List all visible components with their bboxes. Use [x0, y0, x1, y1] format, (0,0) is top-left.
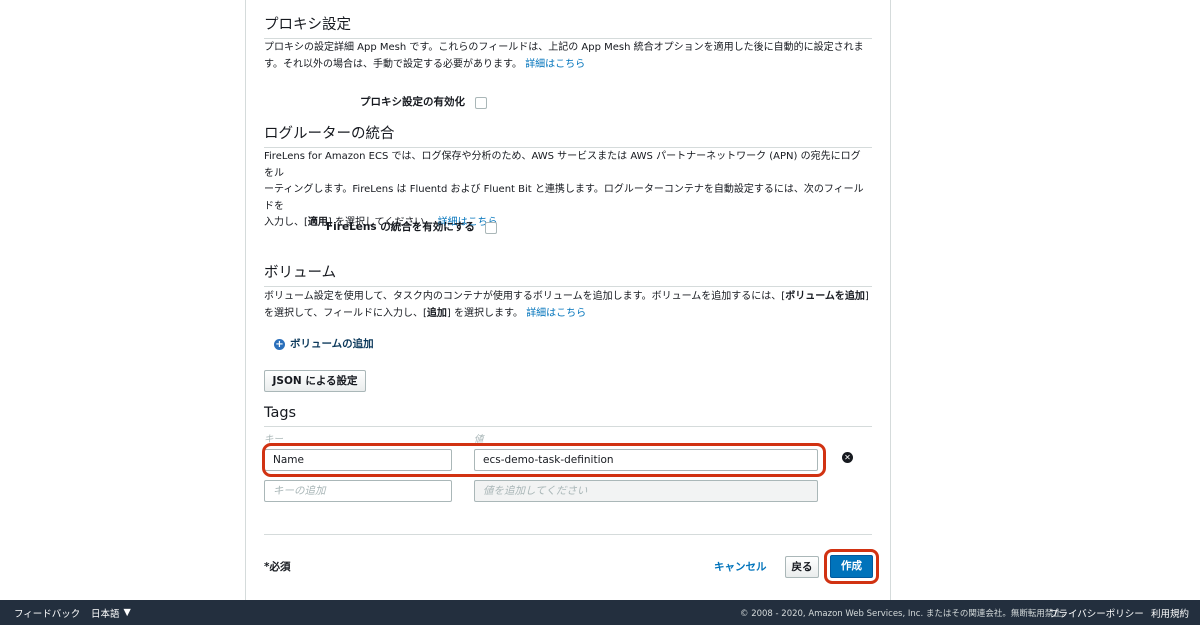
- footer: フィードバック 日本語 ▼ © 2008 - 2020, Amazon Web …: [0, 600, 1200, 625]
- proxy-learn-more-link[interactable]: 詳細はこちら: [525, 59, 585, 70]
- volumes-description: ボリューム設定を使用して、タスク内のコンテナが使用するボリュームを追加します。ボ…: [264, 291, 869, 319]
- volumes-learn-more-link[interactable]: 詳細はこちら: [526, 308, 586, 319]
- copyright-text: © 2008 - 2020, Amazon Web Services, Inc.…: [740, 608, 1071, 619]
- proxy-enable-label: プロキシ設定の有効化: [360, 96, 465, 108]
- language-label: 日本語: [91, 608, 120, 620]
- proxy-section-title: プロキシ設定: [264, 16, 872, 39]
- create-button-highlight: 作成: [824, 549, 879, 584]
- proxy-enable-row: プロキシ設定の有効化: [360, 94, 487, 111]
- content-left-border: [245, 0, 246, 600]
- new-tag-value-input[interactable]: 値を追加してください: [474, 480, 818, 502]
- required-note: *必須: [264, 561, 291, 573]
- feedback-link[interactable]: フィードバック: [14, 606, 80, 620]
- add-volume-link[interactable]: + ボリュームの追加: [274, 336, 374, 353]
- back-button[interactable]: 戻る: [785, 556, 819, 578]
- firelens-enable-label: FireLens の統合を有効にする: [326, 221, 475, 233]
- json-config-button[interactable]: JSON による設定: [264, 370, 366, 392]
- proxy-enable-checkbox[interactable]: [475, 96, 487, 109]
- privacy-policy-link[interactable]: プライバシーポリシー: [1049, 606, 1144, 620]
- task-definition-form: プロキシ設定 プロキシの設定詳細 App Mesh です。これらのフィールドは、…: [262, 0, 879, 600]
- logrouter-section-title: ログルーターの統合: [264, 125, 872, 148]
- tag-row-highlight: [262, 443, 826, 477]
- proxy-description: プロキシの設定詳細 App Mesh です。これらのフィールドは、上記の App…: [264, 42, 864, 70]
- cancel-link[interactable]: キャンセル: [714, 559, 767, 576]
- language-selector[interactable]: 日本語 ▼: [91, 606, 131, 620]
- firelens-enable-row: FireLens の統合を有効にする: [326, 219, 497, 236]
- content-right-border: [890, 0, 891, 600]
- actions-divider: [264, 534, 872, 535]
- new-tag-key-input[interactable]: キーの追加: [264, 480, 452, 502]
- terms-link[interactable]: 利用規約: [1151, 606, 1189, 620]
- volumes-section-title: ボリューム: [264, 264, 872, 287]
- add-volume-label: ボリュームの追加: [290, 338, 374, 350]
- create-button[interactable]: 作成: [830, 555, 873, 578]
- plus-circle-icon: +: [274, 339, 285, 350]
- remove-tag-icon[interactable]: ✕: [842, 452, 853, 463]
- caret-down-icon: ▼: [123, 607, 131, 618]
- firelens-enable-checkbox[interactable]: [484, 221, 497, 234]
- tags-section-title: Tags: [264, 404, 872, 427]
